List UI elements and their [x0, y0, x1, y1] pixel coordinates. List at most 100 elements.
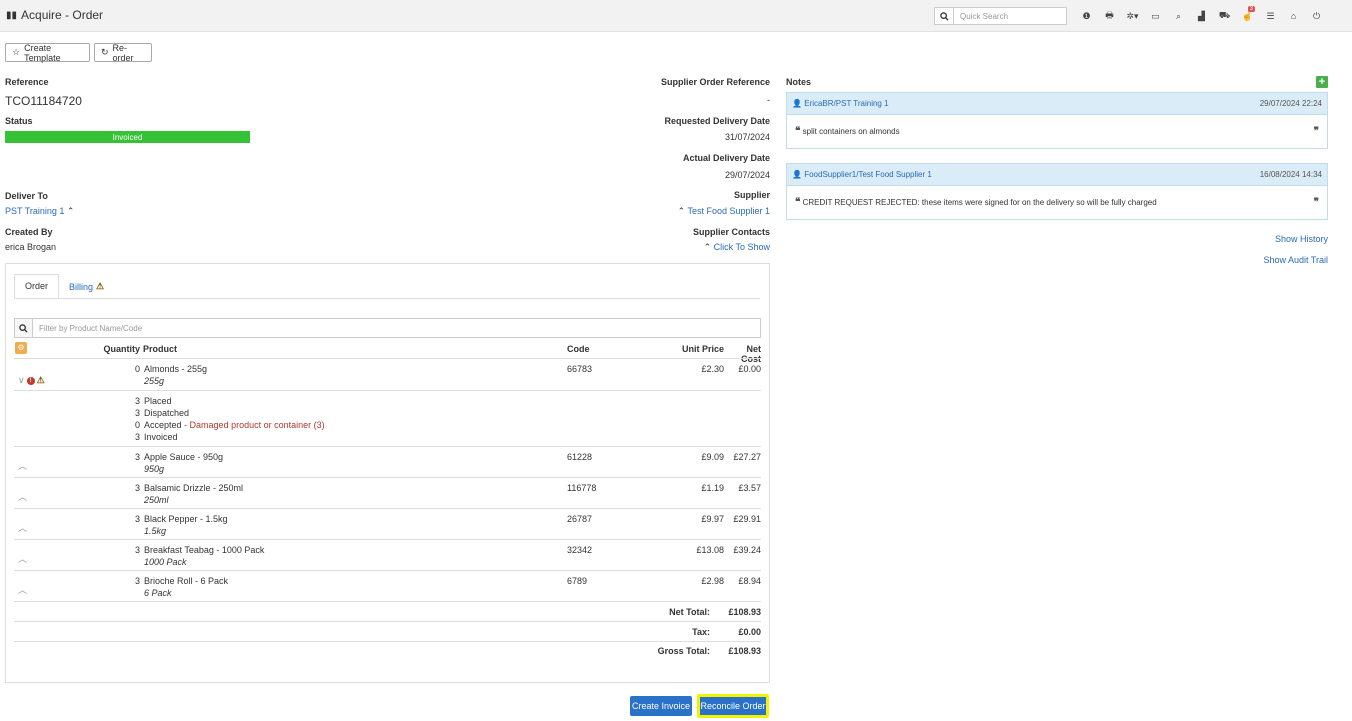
show-audit-trail-link[interactable]: Show Audit Trail: [1200, 255, 1328, 265]
header-product: Product: [143, 344, 178, 354]
row-divider: [14, 477, 761, 478]
status-badge: Invoiced: [5, 131, 250, 143]
tab-bar: Order Billing ⚠: [14, 274, 114, 299]
row-product-name: Apple Sauce - 950g: [144, 452, 224, 462]
info-circle-icon-glyph: ❶: [1082, 10, 1091, 21]
note-body: ❝ CREDIT REQUEST REJECTED: these items w…: [786, 186, 1328, 220]
chevron-up-icon: ⌃: [66, 206, 75, 216]
filter-search-icon[interactable]: [14, 318, 33, 338]
quote-close-icon: ❞: [1313, 197, 1319, 208]
detail-placed: Placed: [144, 396, 172, 406]
row-net-cost: £27.27: [733, 452, 761, 462]
top-bar: ▮▮ Acquire - Order Quick Search ❶ 🖶 ✲▾ ▭ ⌕ ▟ ⛟…: [0, 0, 1352, 32]
home-icon[interactable]: ⌂: [1283, 7, 1304, 25]
chevron-down-icon[interactable]: ∨: [18, 375, 25, 386]
detail-accepted-reason: - Damaged product or container (3): [184, 420, 325, 430]
totals-divider: [14, 641, 761, 642]
list-icon[interactable]: ☰: [1260, 7, 1281, 25]
requested-delivery-label: Requested Delivery Date: [664, 116, 770, 126]
notifications-icon[interactable]: ☝ 3: [1237, 6, 1258, 25]
tab-billing[interactable]: Billing ⚠: [59, 274, 114, 299]
reorder-button[interactable]: ↻ Re-order: [94, 43, 152, 63]
print-icon[interactable]: 🖶: [1099, 7, 1120, 25]
note-header: 👤 EricaBR/PST Training 1 29/07/2024 22:2…: [786, 92, 1328, 115]
supplier-ref-value: -: [767, 95, 770, 105]
row-controls: ∨ ! ⚠: [18, 375, 45, 386]
row-code: 26787: [567, 514, 593, 524]
power-icon[interactable]: ⏻: [1306, 7, 1327, 25]
chevron-up-icon[interactable]: ︿: [18, 490, 27, 503]
quote-open-icon: ❝: [795, 197, 801, 208]
gross-total-value: £108.93: [728, 646, 761, 656]
chevron-up-icon: ⌃: [677, 206, 686, 216]
row-divider: [14, 570, 761, 571]
add-note-button[interactable]: +: [1316, 76, 1328, 88]
chevron-up-icon[interactable]: ︿: [18, 552, 27, 565]
row-quantity: 3: [134, 483, 140, 493]
note-author[interactable]: 👤 FoodSupplier1/Test Food Supplier 1: [792, 170, 932, 179]
row-product-size: 1.5kg: [144, 526, 167, 536]
row-code: 32342: [567, 545, 593, 555]
info-circle-icon[interactable]: ❶: [1076, 7, 1097, 25]
tab-order[interactable]: Order: [14, 274, 60, 299]
row-net-cost: £39.24: [733, 545, 761, 555]
supplier-contacts-toggle[interactable]: ⌃ Click To Show: [600, 242, 770, 253]
settings-icon[interactable]: ✲▾: [1122, 7, 1143, 25]
quick-search-input[interactable]: Quick Search: [953, 7, 1067, 25]
row-unit-price: £9.09: [701, 452, 724, 462]
net-total-label: Net Total:: [669, 607, 710, 617]
card-icon[interactable]: ▭: [1145, 7, 1166, 25]
supplier-link[interactable]: ⌃ Test Food Supplier 1: [600, 206, 770, 217]
row-net-cost: £8.94: [738, 576, 761, 586]
row-divider: [14, 390, 761, 391]
search-icon[interactable]: [934, 7, 954, 25]
create-template-button[interactable]: ☆ Create Template: [5, 43, 90, 63]
search-nav-icon[interactable]: ⌕: [1168, 7, 1189, 25]
filter-product-input[interactable]: Filter by Product Name/Code: [32, 318, 761, 338]
notifications-icon-glyph: ☝: [1241, 10, 1254, 21]
row-divider: [14, 539, 761, 540]
reference-label: Reference: [5, 77, 49, 87]
tax-label: Tax:: [692, 627, 710, 637]
tax-value: £0.00: [738, 627, 761, 637]
note-body: ❝ split containers on almonds ❞: [786, 115, 1328, 149]
deliver-to-value: PST Training 1: [5, 206, 65, 216]
bar-chart-icon[interactable]: ▟: [1191, 7, 1212, 25]
row-divider: [14, 508, 761, 509]
cart-icon[interactable]: ⛟: [1214, 7, 1235, 25]
create-invoice-button[interactable]: Create Invoice: [630, 696, 692, 716]
detail-invoiced: Invoiced: [144, 432, 178, 442]
supplier-contacts-action: Click To Show: [713, 242, 770, 252]
status-label: Status: [5, 116, 33, 126]
row-product-name: Black Pepper - 1.5kg: [144, 514, 228, 524]
row-code: 61228: [567, 452, 593, 462]
error-icon: !: [26, 376, 35, 385]
note-text: split containers on almonds: [802, 127, 900, 136]
detail-invoiced-qty: 3: [134, 432, 140, 442]
note-author[interactable]: 👤 EricaBR/PST Training 1: [792, 99, 889, 108]
row-quantity: 0: [134, 364, 140, 374]
list-icon-glyph: ☰: [1266, 10, 1275, 21]
reconcile-order-button[interactable]: Reconcile Order: [697, 694, 769, 718]
table-divider: [14, 358, 761, 359]
quote-close-icon: ❞: [1313, 126, 1319, 137]
chevron-up-icon[interactable]: ︿: [18, 459, 27, 472]
redo-icon: ↻: [101, 47, 109, 57]
reference-value: TCO11184720: [5, 94, 82, 108]
card-icon-glyph: ▭: [1151, 10, 1160, 21]
chevron-up-icon[interactable]: ︿: [18, 521, 27, 534]
detail-accepted-qty: 0: [134, 420, 140, 430]
chevron-up-icon[interactable]: ︿: [18, 583, 27, 596]
row-quantity: 3: [134, 452, 140, 462]
header-code: Code: [567, 344, 590, 354]
app-title: ▮▮ Acquire - Order: [6, 8, 103, 22]
column-settings-icon[interactable]: ⚙: [15, 342, 27, 354]
actual-delivery-label: Actual Delivery Date: [682, 153, 770, 163]
row-product-size: 255g: [144, 376, 165, 386]
chevron-up-icon: ⌃: [703, 242, 712, 252]
header-quantity: Quantity: [103, 344, 140, 354]
show-history-link[interactable]: Show History: [1200, 234, 1328, 244]
settings-icon-glyph: ✲▾: [1126, 10, 1139, 21]
row-unit-price: £9.97: [701, 514, 724, 524]
deliver-to-link[interactable]: PST Training 1 ⌃: [5, 206, 74, 217]
